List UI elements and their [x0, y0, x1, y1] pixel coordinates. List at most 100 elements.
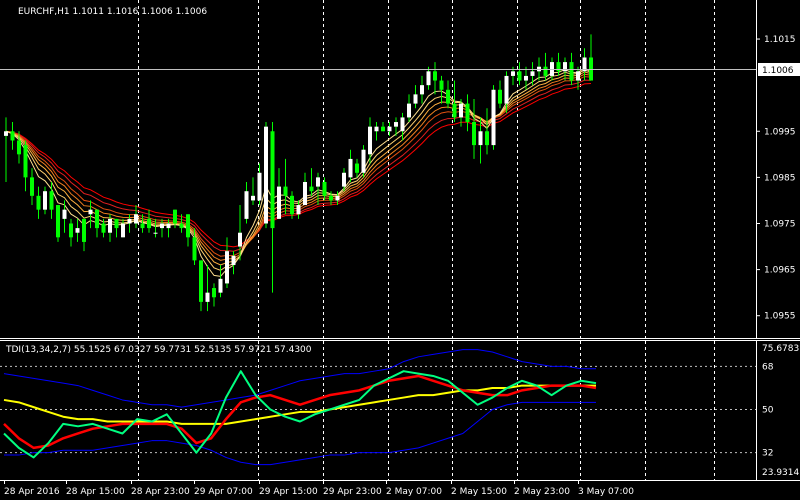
candle-body-bull[interactable]	[335, 195, 340, 201]
candle-body-bear[interactable]	[543, 66, 548, 76]
indicator-tick-label: 23.9314	[762, 468, 799, 478]
candle-body-bull[interactable]	[342, 172, 346, 187]
candle-body-bear[interactable]	[439, 80, 444, 90]
candle-body-bull[interactable]	[407, 103, 411, 118]
current-price-label: 1.1006	[762, 66, 794, 76]
candle-body-bull[interactable]	[108, 218, 112, 233]
candle-body-bull[interactable]	[296, 205, 301, 215]
candle-body-bull[interactable]	[244, 191, 249, 219]
indicator-tick-label: 50	[762, 406, 774, 416]
candle-body-bull[interactable]	[426, 71, 431, 86]
candle-body-bull[interactable]	[205, 292, 210, 302]
candle-body-bull[interactable]	[524, 75, 528, 81]
candle-body-bull[interactable]	[511, 71, 515, 76]
candle-body-bear[interactable]	[381, 126, 385, 132]
candle-body-bull[interactable]	[394, 122, 398, 127]
candle-body-bear[interactable]	[433, 71, 437, 81]
candle-body-bear[interactable]	[140, 223, 145, 229]
candle-body-bull[interactable]	[277, 186, 281, 219]
candle-body-bull[interactable]	[530, 71, 535, 76]
candle-body-bear[interactable]	[270, 131, 275, 229]
price-tick-label: 1.0985	[764, 173, 796, 183]
candle-body-bear[interactable]	[283, 186, 288, 196]
candle-body-bull[interactable]	[153, 232, 158, 234]
candle-body-bear[interactable]	[485, 131, 489, 146]
candle-body-bear[interactable]	[212, 288, 216, 298]
candle-body-bear[interactable]	[199, 260, 203, 302]
candle-body-bear[interactable]	[95, 209, 99, 229]
candle-body-bull[interactable]	[127, 218, 132, 224]
candle-body-bull[interactable]	[88, 209, 93, 215]
candle-body-bear[interactable]	[17, 140, 21, 155]
candle-body-bull[interactable]	[62, 209, 67, 219]
price-tick-label: 1.1015	[764, 35, 796, 45]
candle-body-bull[interactable]	[361, 149, 366, 173]
candle-body-bull[interactable]	[4, 131, 8, 136]
candle-body-bull[interactable]	[504, 75, 509, 104]
candle-body-bear[interactable]	[30, 177, 34, 196]
candle-body-bear[interactable]	[569, 62, 574, 81]
candle-body-bull[interactable]	[264, 126, 268, 224]
candle-body-bear[interactable]	[517, 71, 522, 81]
price-tick-label: 1.0965	[764, 266, 796, 276]
candle-body-bear[interactable]	[147, 218, 151, 229]
candle-body-bull[interactable]	[160, 223, 164, 229]
candle-body-bear[interactable]	[69, 223, 73, 238]
candle-body-bull[interactable]	[478, 131, 483, 146]
candle-body-bull[interactable]	[218, 278, 223, 293]
candle-body-bull[interactable]	[231, 255, 236, 265]
candle-body-bear[interactable]	[309, 186, 314, 192]
candle-body-bear[interactable]	[498, 89, 502, 104]
candle-body-bear[interactable]	[472, 122, 476, 146]
candle-body-bull[interactable]	[238, 232, 242, 247]
candle-body-bear[interactable]	[186, 214, 190, 238]
candle-body-bull[interactable]	[225, 251, 229, 284]
candle-body-bull[interactable]	[491, 89, 496, 146]
candle-body-bear[interactable]	[56, 205, 60, 238]
candle-body-bear[interactable]	[322, 181, 327, 196]
candle-body-bull[interactable]	[303, 181, 307, 206]
candle-body-bear[interactable]	[36, 195, 41, 210]
candle-body-bull[interactable]	[257, 172, 262, 201]
candle-body-bear[interactable]	[446, 89, 450, 104]
candle-body-bull[interactable]	[166, 223, 171, 229]
candle-body-bear[interactable]	[173, 209, 177, 224]
candle-body-bull[interactable]	[576, 71, 580, 81]
candle-body-bull[interactable]	[348, 158, 353, 178]
candle-body-bull[interactable]	[368, 126, 372, 155]
candle-body-bull[interactable]	[134, 214, 138, 224]
candle-body-bear[interactable]	[355, 163, 359, 173]
candle-body-bull[interactable]	[459, 103, 463, 118]
candle-body-bull[interactable]	[316, 177, 320, 187]
indicator-tick-label: 68	[762, 362, 774, 372]
candle-body-bull[interactable]	[400, 117, 405, 132]
candle-body-bear[interactable]	[465, 103, 470, 123]
time-tick-label: 28 Apr 23:00	[131, 487, 190, 497]
time-tick-label: 2 May 07:00	[386, 487, 442, 497]
candle-body-bull[interactable]	[420, 85, 424, 95]
candle-body-bull[interactable]	[121, 223, 125, 238]
price-tick-label: 1.0955	[764, 312, 796, 322]
candle-body-bull[interactable]	[413, 94, 418, 104]
candle-body-bull[interactable]	[43, 191, 47, 210]
candle-body-bear[interactable]	[10, 131, 15, 141]
candle-body-bear[interactable]	[329, 195, 333, 201]
indicator-tick-label: 32	[762, 449, 773, 459]
candle-body-bear[interactable]	[101, 223, 106, 233]
candle-body-bull[interactable]	[251, 195, 255, 201]
time-tick-label: 2 May 15:00	[451, 487, 507, 497]
candle-body-bear[interactable]	[114, 218, 119, 229]
time-tick-label: 3 May 07:00	[578, 487, 634, 497]
candle-body-bull[interactable]	[374, 126, 379, 132]
candle-body-bear[interactable]	[23, 145, 28, 178]
candle-body-bear[interactable]	[49, 191, 54, 210]
candle-body-bull[interactable]	[75, 228, 80, 233]
candle-body-bear[interactable]	[290, 195, 294, 215]
candle-body-bear[interactable]	[192, 237, 197, 261]
candle-body-bear[interactable]	[82, 218, 86, 242]
time-tick-label: 29 Apr 15:00	[259, 487, 318, 497]
trading-chart[interactable]: 1.1015 1.0995 1.0985 1.0975 1.0965 1.0955 1.1…	[0, 0, 800, 500]
candle-body-bull[interactable]	[387, 126, 392, 132]
candle-body-bear[interactable]	[179, 223, 184, 229]
candle-body-bear[interactable]	[452, 103, 457, 118]
